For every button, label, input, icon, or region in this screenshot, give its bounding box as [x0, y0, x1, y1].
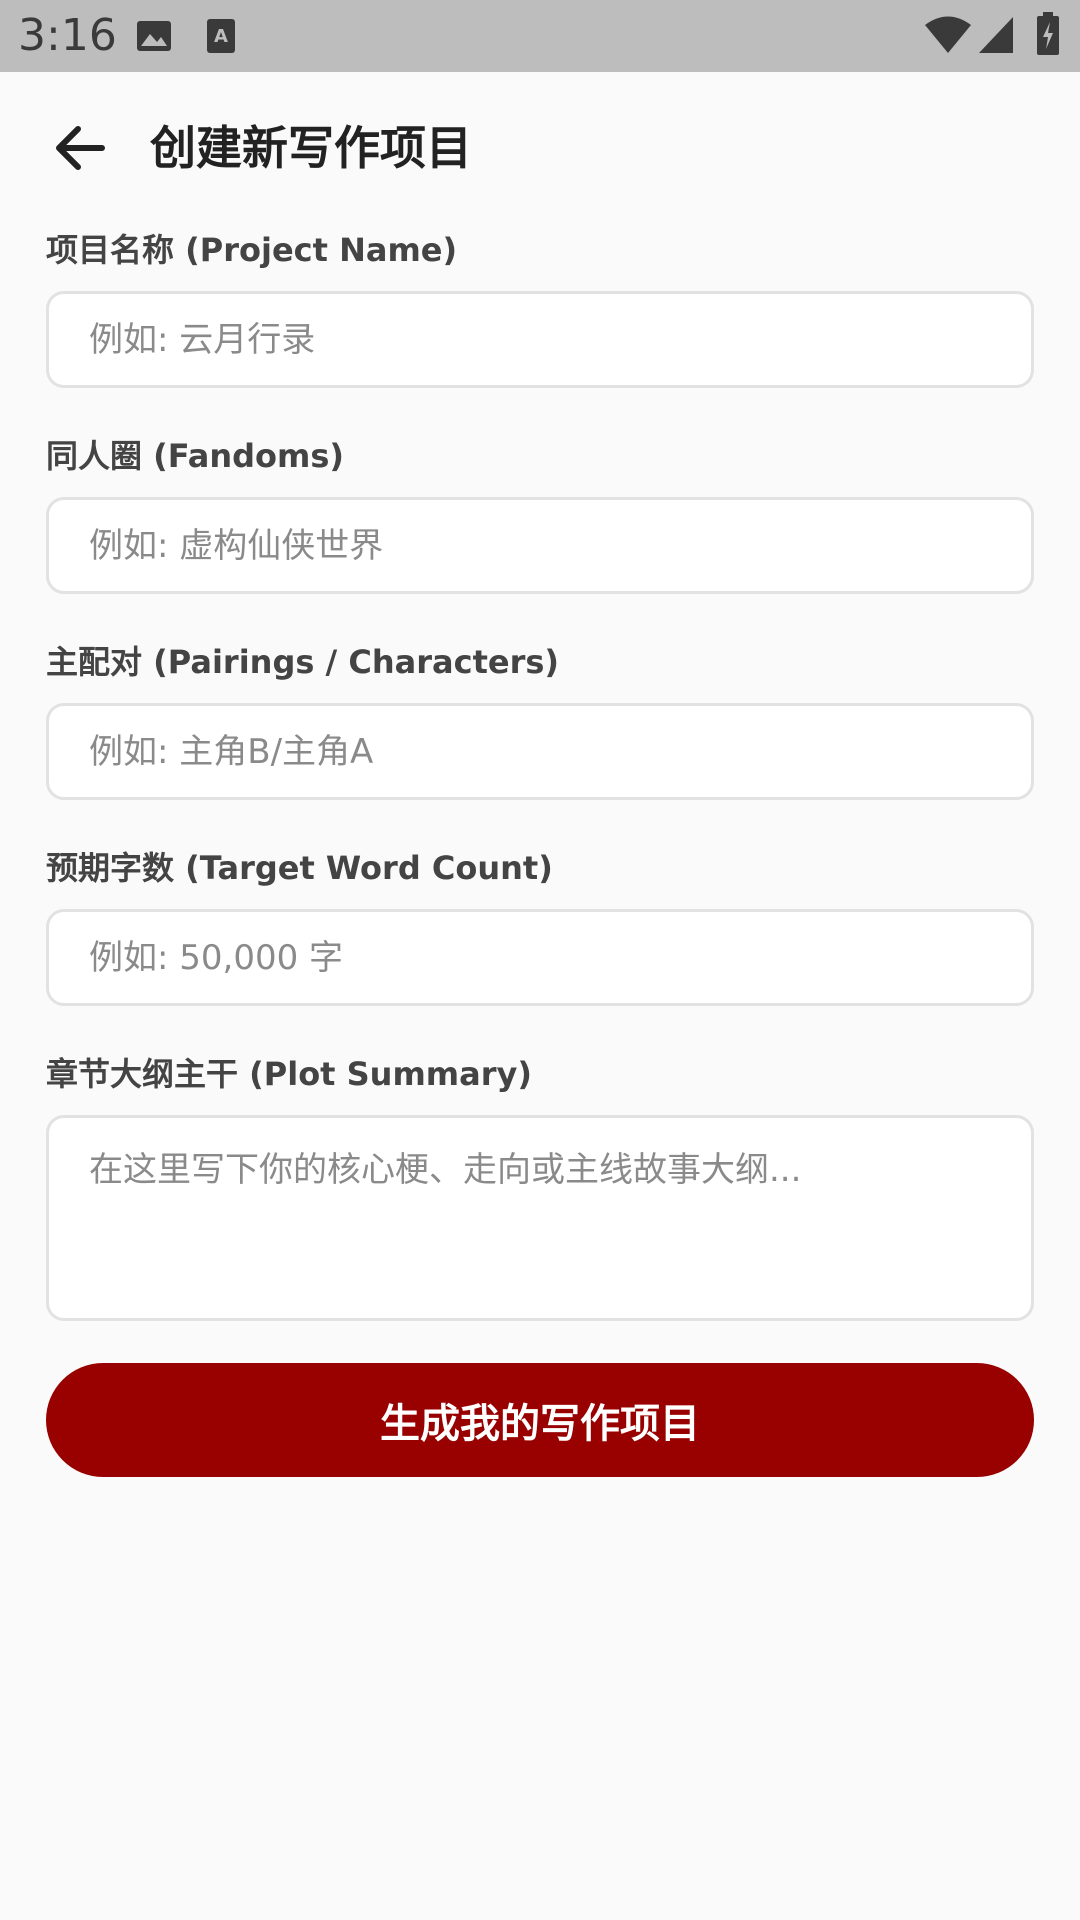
fandoms-label: 同人圈 (Fandoms) [46, 437, 345, 475]
project-name-input[interactable] [49, 294, 1031, 385]
status-bar: 3:16 A [0, 0, 1080, 72]
status-time: 3:16 [18, 10, 117, 61]
plot-summary-textarea[interactable] [49, 1118, 1031, 1318]
wifi-icon [924, 16, 972, 58]
pairings-input[interactable] [49, 706, 1031, 797]
project-name-field-container [46, 291, 1034, 388]
fandoms-field-container [46, 497, 1034, 594]
plot-summary-field-container [46, 1115, 1034, 1321]
battery-icon [1036, 12, 1060, 60]
arrow-left-icon [54, 124, 106, 176]
fandoms-input[interactable] [49, 500, 1031, 591]
plot-summary-label: 章节大纲主干 (Plot Summary) [46, 1055, 532, 1093]
app-bar: 创建新写作项目 [0, 72, 1080, 224]
page-title: 创建新写作项目 [150, 121, 472, 175]
svg-text:A: A [214, 26, 228, 47]
text-badge-icon: A [206, 18, 236, 58]
project-name-label: 项目名称 (Project Name) [46, 231, 458, 269]
signal-icon [978, 16, 1014, 58]
word-count-field-container [46, 909, 1034, 1006]
pairings-label: 主配对 (Pairings / Characters) [46, 643, 560, 681]
image-icon [136, 20, 172, 56]
generate-project-button[interactable]: 生成我的写作项目 [46, 1363, 1034, 1477]
word-count-input[interactable] [49, 912, 1031, 1003]
word-count-label: 预期字数 (Target Word Count) [46, 849, 553, 887]
pairings-field-container [46, 703, 1034, 800]
back-button[interactable] [40, 110, 120, 190]
